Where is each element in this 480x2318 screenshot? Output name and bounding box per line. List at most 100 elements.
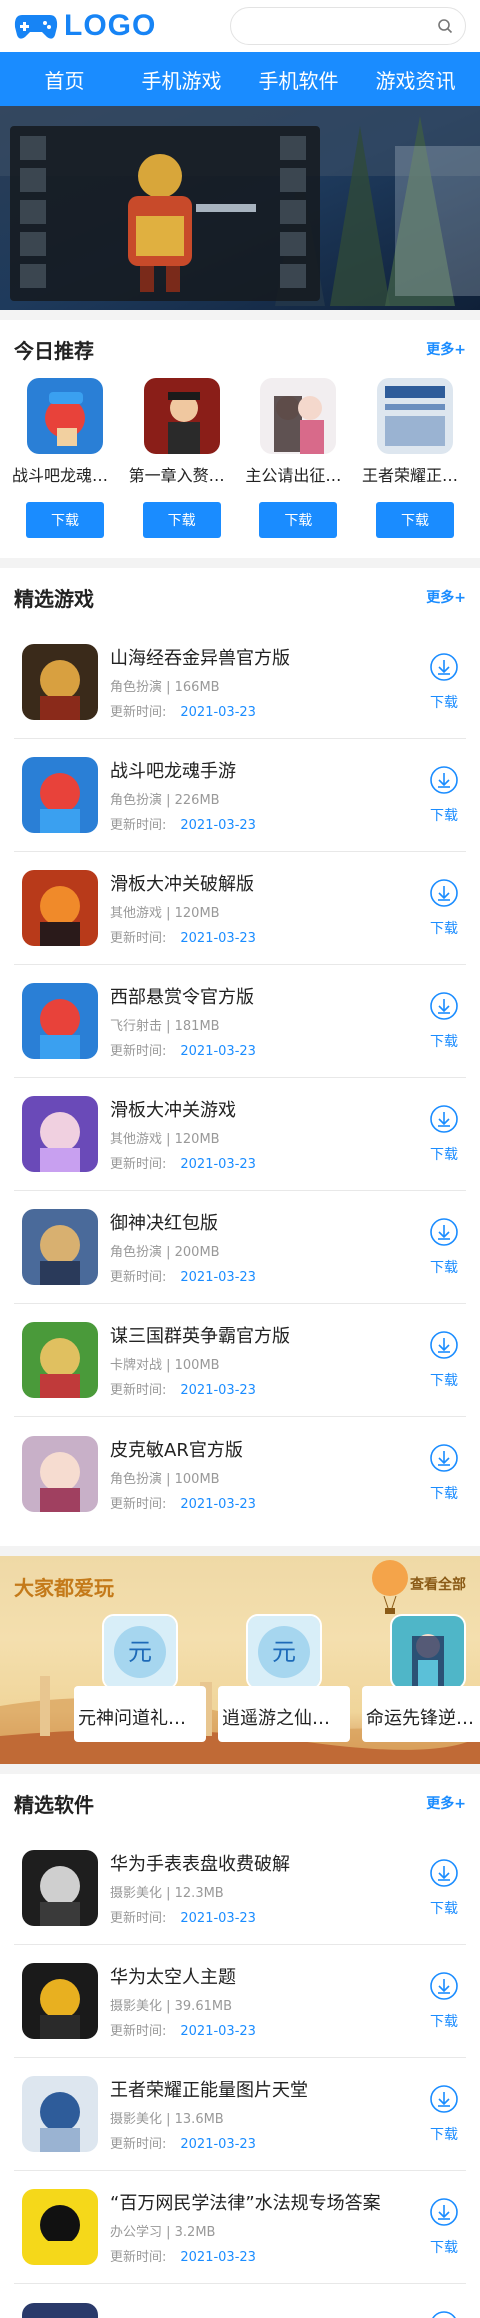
- list-item[interactable]: 战斗吧龙魂手游 角色扮演 | 226MB 更新时间: 2021-03-23 下载: [14, 739, 466, 852]
- banner-image[interactable]: [0, 106, 480, 310]
- recommend-item[interactable]: 战斗吧龙魂手游 下载: [12, 378, 118, 538]
- download-label[interactable]: 下载: [430, 918, 458, 938]
- download-button[interactable]: 下载: [375, 502, 454, 538]
- logo[interactable]: LOGO: [14, 9, 156, 43]
- download-button[interactable]: 下载: [424, 765, 464, 825]
- app-name[interactable]: 皮克敏AR官方版: [110, 1436, 410, 1462]
- download-icon[interactable]: [429, 1330, 459, 1360]
- app-icon[interactable]: [22, 2076, 98, 2152]
- app-icon[interactable]: 元: [246, 1614, 322, 1690]
- app-icon[interactable]: [22, 870, 98, 946]
- app-icon[interactable]: 元: [102, 1614, 178, 1690]
- download-label[interactable]: 下载: [430, 2124, 458, 2144]
- download-icon[interactable]: [429, 765, 459, 795]
- app-icon[interactable]: [27, 378, 103, 454]
- app-name[interactable]: “百万网民学法律”水法规专场答案: [110, 2189, 410, 2215]
- nav-item-home[interactable]: 首页: [6, 65, 123, 94]
- recommend-item[interactable]: 第一章入赘女婿 下载: [129, 378, 235, 538]
- app-name[interactable]: 山海经吞金异兽官方版: [110, 644, 410, 670]
- more-link[interactable]: 更多+: [426, 339, 466, 359]
- app-icon[interactable]: [22, 2189, 98, 2265]
- app-icon[interactable]: [390, 1614, 466, 1690]
- list-item[interactable]: “百万网民学法律”水法规专场答案 办公学习 | 3.2MB 更新时间: 2021-03…: [14, 2171, 466, 2284]
- download-icon[interactable]: [429, 1443, 459, 1473]
- app-icon[interactable]: [376, 378, 453, 454]
- nav-item-mobile-software[interactable]: 手机软件: [240, 65, 357, 94]
- download-icon[interactable]: [429, 2197, 459, 2227]
- list-item[interactable]: 皮克敏AR官方版 角色扮演 | 100MB 更新时间: 2021-03-23 下载: [14, 1417, 466, 1530]
- download-button[interactable]: 下载: [424, 1217, 464, 1277]
- app-name[interactable]: 华为手表表盘收费破解: [110, 1850, 410, 1876]
- download-button[interactable]: 下载: [26, 502, 104, 538]
- download-label[interactable]: 下载: [430, 1144, 458, 1164]
- download-button[interactable]: 下载: [424, 1971, 464, 2031]
- download-label[interactable]: 下载: [430, 1898, 458, 1918]
- popular-item[interactable]: 元 逍遥游之仙侠版: [218, 1614, 350, 1742]
- list-item[interactable]: 西部悬赏令官方版 飞行射击 | 181MB 更新时间: 2021-03-23 下载: [14, 965, 466, 1078]
- download-icon[interactable]: [429, 2310, 459, 2318]
- download-icon[interactable]: [429, 991, 459, 1021]
- download-label[interactable]: 下载: [430, 692, 458, 712]
- app-icon[interactable]: [22, 757, 98, 833]
- app-icon[interactable]: [22, 1850, 98, 1926]
- app-icon[interactable]: [22, 983, 98, 1059]
- download-button[interactable]: 下载: [424, 1104, 464, 1164]
- list-item[interactable]: 华为太空人主题 摄影美化 | 39.61MB 更新时间: 2021-03-23 下载: [14, 1945, 466, 2058]
- download-button[interactable]: 下载: [259, 502, 338, 538]
- download-button[interactable]: 下载: [424, 1858, 464, 1918]
- download-icon[interactable]: [429, 652, 459, 682]
- list-item[interactable]: 谋三国群英争霸官方版 卡牌对战 | 100MB 更新时间: 2021-03-23 下载: [14, 1304, 466, 1417]
- list-item[interactable]: 华为手表表盘收费破解 摄影美化 | 12.3MB 更新时间: 2021-03-23 下载: [14, 1832, 466, 1945]
- app-icon[interactable]: [260, 378, 337, 454]
- list-item[interactable]: 王者荣耀正能量图片天堂 摄影美化 | 13.6MB 更新时间: 2021-03-23 下…: [14, 2058, 466, 2171]
- list-item[interactable]: 山海经吞金异兽官方版 角色扮演 | 166MB 更新时间: 2021-03-23 下载: [14, 626, 466, 739]
- app-icon[interactable]: [22, 1435, 98, 1512]
- download-icon[interactable]: [429, 2084, 459, 2114]
- popular-item[interactable]: 命运先锋逆袭版: [362, 1614, 480, 1742]
- download-button[interactable]: 下载: [424, 991, 464, 1051]
- download-label[interactable]: 下载: [430, 1483, 458, 1503]
- app-name[interactable]: 谋三国群英争霸官方版: [110, 1322, 410, 1348]
- nav-item-game-news[interactable]: 游戏资讯: [357, 65, 474, 94]
- list-item[interactable]: 滑板大冲关破解版 其他游戏 | 120MB 更新时间: 2021-03-23 下载: [14, 852, 466, 965]
- app-name[interactable]: 王者荣耀正能量图片天堂: [110, 2076, 410, 2102]
- download-label[interactable]: 下载: [430, 805, 458, 825]
- recommend-item[interactable]: 主公请出征手游 下载: [245, 378, 351, 538]
- download-button[interactable]: 下载: [424, 1443, 464, 1503]
- view-all-link[interactable]: 查看全部: [410, 1574, 466, 1594]
- download-button[interactable]: 下载: [424, 878, 464, 938]
- popular-item[interactable]: 元 元神问道礼包版: [74, 1614, 206, 1742]
- download-button[interactable]: 下载: [142, 502, 221, 538]
- app-name[interactable]: 华为太空人主题: [110, 1963, 410, 1989]
- app-name[interactable]: 西部悬赏令官方版: [110, 983, 410, 1009]
- download-button[interactable]: 下载: [424, 1330, 464, 1390]
- download-button[interactable]: 下载: [424, 2310, 464, 2318]
- app-icon[interactable]: [22, 2302, 98, 2318]
- download-button[interactable]: 下载: [424, 2197, 464, 2257]
- download-label[interactable]: 下载: [430, 1031, 458, 1051]
- app-icon[interactable]: [22, 1096, 98, 1172]
- search-input[interactable]: [230, 7, 466, 45]
- app-icon[interactable]: [143, 378, 220, 454]
- app-name[interactable]: 御神决红包版: [110, 1209, 410, 1235]
- download-icon[interactable]: [429, 1217, 459, 1247]
- app-icon[interactable]: [22, 1322, 98, 1398]
- download-icon[interactable]: [429, 1104, 459, 1134]
- more-link[interactable]: 更多+: [426, 587, 466, 607]
- app-name[interactable]: 滑板大冲关游戏: [110, 1096, 410, 1122]
- app-name[interactable]: 战斗吧龙魂手游: [110, 757, 410, 783]
- list-item[interactable]: 滑板大冲关游戏 其他游戏 | 120MB 更新时间: 2021-03-23 下载: [14, 1078, 466, 1191]
- download-icon[interactable]: [429, 1971, 459, 2001]
- recommend-item[interactable]: 王者荣耀正能量 下载: [362, 378, 468, 538]
- list-item[interactable]: 御神决红包版 角色扮演 | 200MB 更新时间: 2021-03-23 下载: [14, 1191, 466, 1304]
- download-label[interactable]: 下载: [430, 1370, 458, 1390]
- search-icon[interactable]: [437, 18, 453, 34]
- download-icon[interactable]: [429, 1858, 459, 1888]
- list-item[interactable]: 摸摸鱼游戏盒子苹果手机版下载: [14, 2284, 466, 2318]
- app-icon[interactable]: [22, 1963, 98, 2039]
- app-name[interactable]: 滑板大冲关破解版: [110, 870, 410, 896]
- download-label[interactable]: 下载: [430, 2237, 458, 2257]
- app-icon[interactable]: [22, 644, 98, 720]
- download-button[interactable]: 下载: [424, 2084, 464, 2144]
- download-label[interactable]: 下载: [430, 1257, 458, 1277]
